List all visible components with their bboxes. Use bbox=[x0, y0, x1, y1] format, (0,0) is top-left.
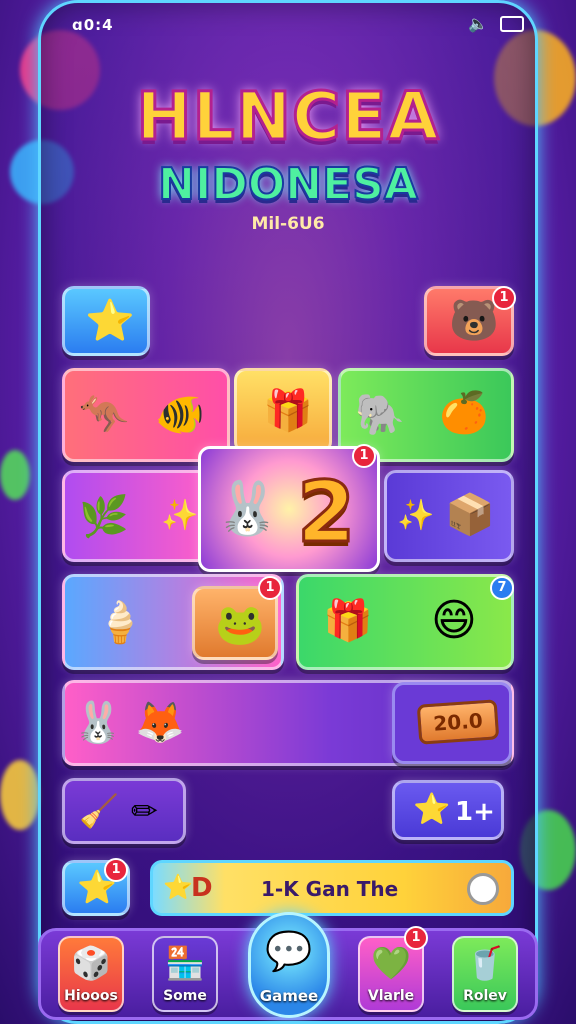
notification-badge: 1 bbox=[492, 286, 516, 310]
level-number: 2 bbox=[295, 462, 356, 563]
bunny-friend-icon: 🐰 bbox=[73, 700, 123, 746]
gift-tile[interactable]: 🎁 😄 bbox=[296, 574, 514, 670]
title-tagline: Mil-6U6 bbox=[251, 214, 325, 234]
kangaroo-icon: 🦘 bbox=[79, 392, 129, 438]
progress-bar[interactable]: ⭐ D 1-K Gan The bbox=[150, 860, 514, 916]
smiley-icon: 😄 bbox=[431, 595, 477, 646]
sparkle-star-icon: ✨ bbox=[161, 498, 199, 533]
nav-label: Rolev bbox=[463, 988, 507, 1004]
cube-tile[interactable]: 🎁 bbox=[234, 368, 332, 454]
leaf-tile[interactable]: 🌿 ✨ bbox=[62, 470, 212, 562]
level-tile[interactable]: 🐰 2 bbox=[198, 446, 380, 572]
nav-label: Gamee bbox=[259, 987, 319, 1005]
toggle-knob[interactable] bbox=[467, 873, 499, 905]
crate-tile[interactable]: ✨ 📦 bbox=[384, 470, 514, 562]
candy-blob-yellow bbox=[0, 760, 40, 830]
status-time: ɑ0:4 bbox=[72, 16, 114, 34]
nav-label: Hiooos bbox=[64, 988, 118, 1004]
add-star-tile[interactable]: ⭐ 1+ bbox=[392, 780, 504, 840]
progress-letter: D bbox=[191, 873, 213, 903]
frog-icon: 🐸 bbox=[215, 602, 265, 648]
orange-blob-icon: 🍊 bbox=[439, 390, 489, 436]
progress-label: 1-K Gan The bbox=[261, 877, 399, 901]
pencil-icon: ✏ bbox=[131, 792, 158, 830]
nav-badge: 1 bbox=[404, 926, 428, 950]
crate-icon: 📦 bbox=[445, 492, 495, 538]
game-subtitle: NIDONESA bbox=[157, 159, 419, 211]
game-title: HLNCEA bbox=[135, 78, 440, 155]
leaf-icon: 🌿 bbox=[79, 494, 129, 540]
dice-icon: 🎲 bbox=[71, 944, 111, 982]
gift-box-icon: 🎁 bbox=[323, 598, 373, 644]
status-bar: ɑ0:4 🔈 bbox=[72, 14, 532, 38]
eraser-icon: 🧹 bbox=[79, 792, 119, 830]
chat-bubble-icon: 💬 bbox=[265, 929, 313, 973]
gift-badge: 7 bbox=[490, 576, 514, 600]
add-star-label: 1+ bbox=[455, 797, 495, 827]
nav-item-gamee[interactable]: 💬 Gamee bbox=[248, 912, 330, 1018]
frame-badge: 1 bbox=[258, 576, 282, 600]
elephant-icon: 🐘 bbox=[355, 392, 405, 438]
speaker-icon[interactable]: 🔈 bbox=[468, 14, 488, 33]
star-icon: ⭐ bbox=[85, 298, 135, 344]
price-tag[interactable]: 20.0 bbox=[416, 699, 500, 745]
level-badge: 1 bbox=[352, 444, 376, 468]
creature-icon: 🐻 bbox=[449, 298, 499, 344]
fox-friend-icon: 🦊 bbox=[135, 700, 185, 746]
nav-item-hiooos[interactable]: 🎲 Hiooos bbox=[58, 936, 124, 1012]
blob-creature-icon: 🐠 bbox=[155, 392, 205, 438]
tools-tile[interactable]: 🧹 ✏ bbox=[62, 778, 186, 844]
icecream-icon: 🍦 bbox=[95, 600, 145, 646]
candy-blob-green bbox=[0, 450, 30, 500]
nav-label: Some bbox=[163, 988, 207, 1004]
star-icon: ⭐ bbox=[163, 873, 193, 901]
star-icon: ⭐ bbox=[413, 792, 451, 827]
reward-badge: 1 bbox=[104, 858, 128, 882]
nav-item-rolev[interactable]: 🥤 Rolev bbox=[452, 936, 518, 1012]
cube-icon: 🎁 bbox=[263, 388, 313, 434]
battery-icon bbox=[500, 16, 524, 32]
shop-icon: 🏪 bbox=[165, 944, 205, 982]
title-area: HLNCEA NIDONESA Mil-6U6 bbox=[0, 78, 576, 234]
cup-icon: 🥤 bbox=[465, 944, 505, 982]
nav-item-some[interactable]: 🏪 Some bbox=[152, 936, 218, 1012]
nav-label: Vlarle bbox=[367, 988, 415, 1004]
bunny-icon: 🐰 bbox=[215, 479, 280, 539]
star-tile[interactable]: ⭐ bbox=[62, 286, 150, 356]
sparkle-icon: ✨ bbox=[397, 498, 435, 533]
